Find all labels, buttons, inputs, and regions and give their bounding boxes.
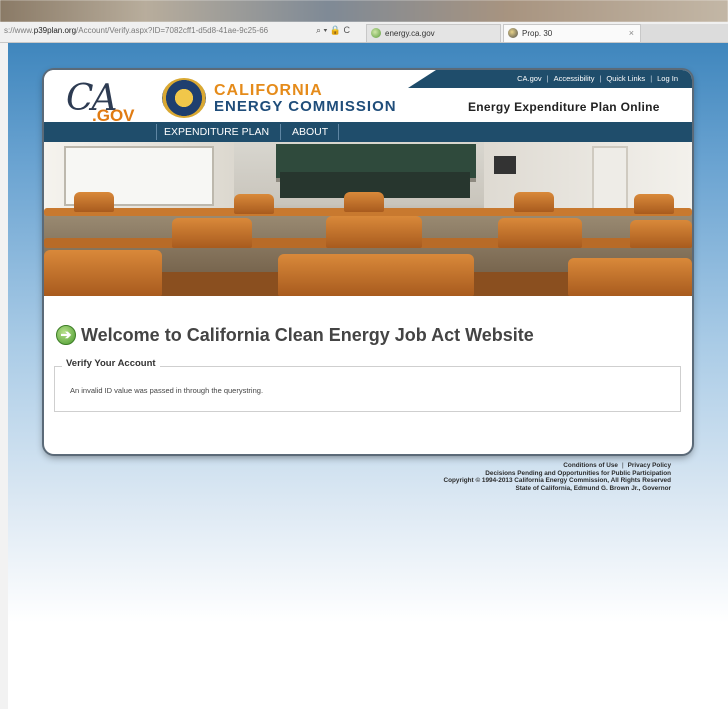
site-header: CA .GOV CALIFORNIA ENERGY COMMISSION CA.… [44,70,692,125]
close-tab-icon[interactable]: × [629,28,634,38]
link-cagov[interactable]: CA.gov [517,74,542,83]
banner-chair [234,194,274,214]
link-log-in[interactable]: Log In [657,74,678,83]
verify-account-legend: Verify Your Account [62,358,160,369]
banner-chair [634,194,674,214]
banner-chair [172,218,252,248]
nav-divider [280,124,281,140]
banner-chair [498,218,582,248]
governor-text: State of California, Edmund G. Brown Jr.… [515,484,671,492]
url-field[interactable]: s://www.p39plan.org/Account/Verify.aspx?… [4,26,268,35]
copyright-text: Copyright © 1994-2013 California Energy … [443,477,672,485]
tab-label: energy.ca.gov [385,29,435,38]
separator: | [599,74,602,83]
nav-expenditure-plan[interactable]: EXPENDITURE PLAN [164,126,269,138]
banner-chair [514,192,554,212]
banner-chair [326,216,422,248]
banner-chair [344,192,384,212]
blurred-top-strip [0,0,728,22]
site-footer: Conditions of Use | Privacy Policy Decisio… [444,462,672,492]
utility-links: CA.gov | Accessibility | Quick Links | Log In [517,74,678,83]
url-prefix: s://www. [4,26,34,35]
url-path: /Account/Verify.aspx?ID=7082cff1-d5d8-41… [76,26,269,35]
tab-label: Prop. 30 [522,29,553,38]
url-domain: p39plan.org [33,26,77,35]
link-conditions-of-use[interactable]: Conditions of Use [563,462,618,469]
tab-energy-ca-gov[interactable]: energy.ca.gov [366,24,501,42]
tab-prop-30[interactable]: Prop. 30 × [503,24,641,42]
banner-chair [44,250,162,296]
nav-divider [338,124,339,140]
separator: | [621,462,624,469]
nav-about[interactable]: ABOUT [292,126,328,138]
page-title: Welcome to California Clean Energy Job A… [81,325,534,345]
browser-address-bar[interactable]: s://www.p39plan.org/Account/Verify.aspx?… [0,22,728,43]
window-left-edge [0,43,8,709]
banner-screen [494,156,516,174]
utility-bar: CA.gov | Accessibility | Quick Links | Log In [408,70,692,88]
org-name-line2: ENERGY COMMISSION [214,98,397,115]
classroom-banner-image [44,142,692,296]
ie-page-icon [371,28,381,38]
banner-chair [568,258,692,296]
main-nav: EXPENDITURE PLAN ABOUT [44,122,692,142]
nav-divider [156,124,157,140]
banner-chair [74,192,114,212]
site-favicon-icon [508,28,518,38]
banner-door [592,146,628,216]
separator: | [650,74,653,83]
energy-commission-seal-icon [162,78,206,118]
main-card: CA .GOV CALIFORNIA ENERGY COMMISSION CA.… [44,70,692,454]
banner-chair [630,220,692,248]
separator: | [546,74,549,83]
link-accessibility[interactable]: Accessibility [554,74,595,83]
error-message: An invalid ID value was passed in throug… [70,386,264,395]
link-quick-links[interactable]: Quick Links [606,74,645,83]
link-privacy-policy[interactable]: Privacy Policy [628,462,671,469]
address-bar-icons[interactable]: ⌕ ▾ 🔒 C [316,25,350,36]
browser-toolbar-blank [641,24,728,42]
site-title: Energy Expenditure Plan Online [468,100,660,114]
arrow-circle-icon: ➔ [56,325,76,345]
banner-chair [278,254,474,296]
